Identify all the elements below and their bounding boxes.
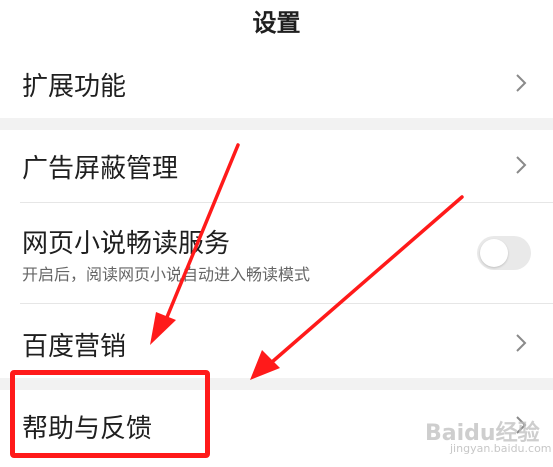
annotation-arrow-right xyxy=(250,195,464,380)
annotation-arrow-left xyxy=(150,143,240,345)
annotation-arrows xyxy=(150,143,464,380)
baidu-watermark-url: jingyan.baidu.com xyxy=(450,442,552,455)
